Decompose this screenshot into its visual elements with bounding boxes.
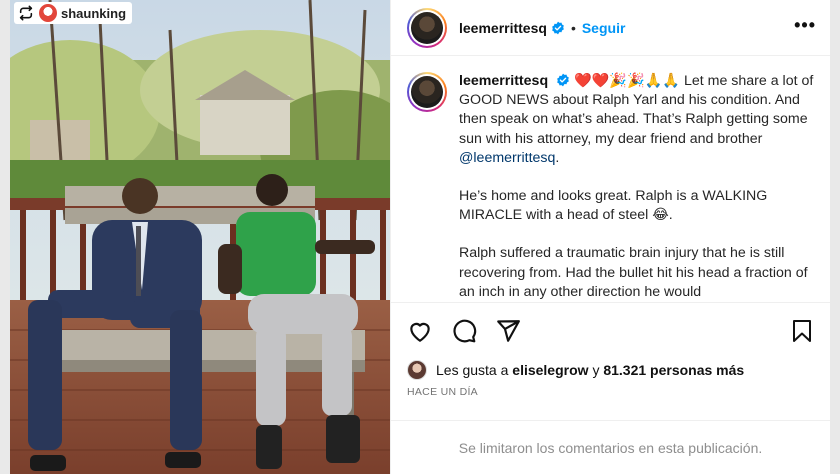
- caption-paragraph-2: He’s home and looks great. Ralph is a WA…: [459, 188, 768, 224]
- heart-icon[interactable]: [407, 318, 433, 344]
- author-username[interactable]: leemerrittesq: [459, 20, 547, 36]
- likes-joiner: y: [592, 362, 600, 378]
- likes-count[interactable]: 81.321 personas más: [603, 362, 744, 378]
- post-sidebar: leemerrittesq • Seguir ••• leemerrittesq: [390, 0, 830, 474]
- caption-paragraph-3: Ralph suffered a traumatic brain injury …: [459, 245, 808, 300]
- repost-attribution[interactable]: shaunking: [14, 2, 133, 24]
- post-actions-section: Les gusta a eliselegrow y 81.321 persona…: [391, 302, 830, 398]
- bookmark-icon[interactable]: [790, 318, 814, 344]
- post-header: leemerrittesq • Seguir •••: [391, 0, 830, 56]
- caption-verified-badge-icon: [557, 73, 569, 87]
- comments-limited-notice: Se limitaron los comentarios en esta pub…: [391, 420, 830, 474]
- caption-text: leemerrittesq ❤️❤️🎉🎉🙏🙏 Let me share a lo…: [459, 72, 814, 302]
- author-avatar[interactable]: [407, 7, 447, 48]
- likes-summary: Les gusta a eliselegrow y 81.321 persona…: [391, 356, 830, 384]
- instagram-post-window: shaunking leemerrittesq • Seguir ••• lee…: [10, 0, 830, 474]
- verified-badge-icon: [552, 21, 564, 34]
- caption-author[interactable]: leemerrittesq: [459, 73, 548, 89]
- repost-username: shaunking: [61, 5, 127, 21]
- repost-icon: [17, 4, 35, 22]
- header-separator: •: [570, 19, 576, 36]
- caption: leemerrittesq ❤️❤️🎉🎉🙏🙏 Let me share a lo…: [391, 56, 830, 302]
- liker-avatar[interactable]: [407, 360, 427, 380]
- likes-prefix: Les gusta a: [436, 362, 509, 378]
- post-photo[interactable]: shaunking: [10, 0, 390, 474]
- shaunking-avatar: [39, 4, 57, 22]
- photo-image: [10, 0, 390, 474]
- post-timestamp[interactable]: HACE UN DÍA: [391, 386, 830, 398]
- caption-area: leemerrittesq ❤️❤️🎉🎉🙏🙏 Let me share a lo…: [391, 56, 830, 302]
- comment-icon[interactable]: [451, 318, 477, 344]
- liker-username[interactable]: eliselegrow: [512, 362, 588, 378]
- caption-mention[interactable]: @leemerrittesq: [459, 150, 555, 166]
- more-options-icon[interactable]: •••: [794, 16, 816, 40]
- caption-emojis: ❤️❤️🎉🎉🙏🙏: [574, 73, 681, 89]
- share-icon[interactable]: [495, 318, 521, 344]
- caption-period: .: [555, 149, 560, 166]
- action-bar: [391, 303, 830, 359]
- follow-button[interactable]: Seguir: [582, 20, 626, 36]
- caption-author-avatar[interactable]: [407, 72, 447, 112]
